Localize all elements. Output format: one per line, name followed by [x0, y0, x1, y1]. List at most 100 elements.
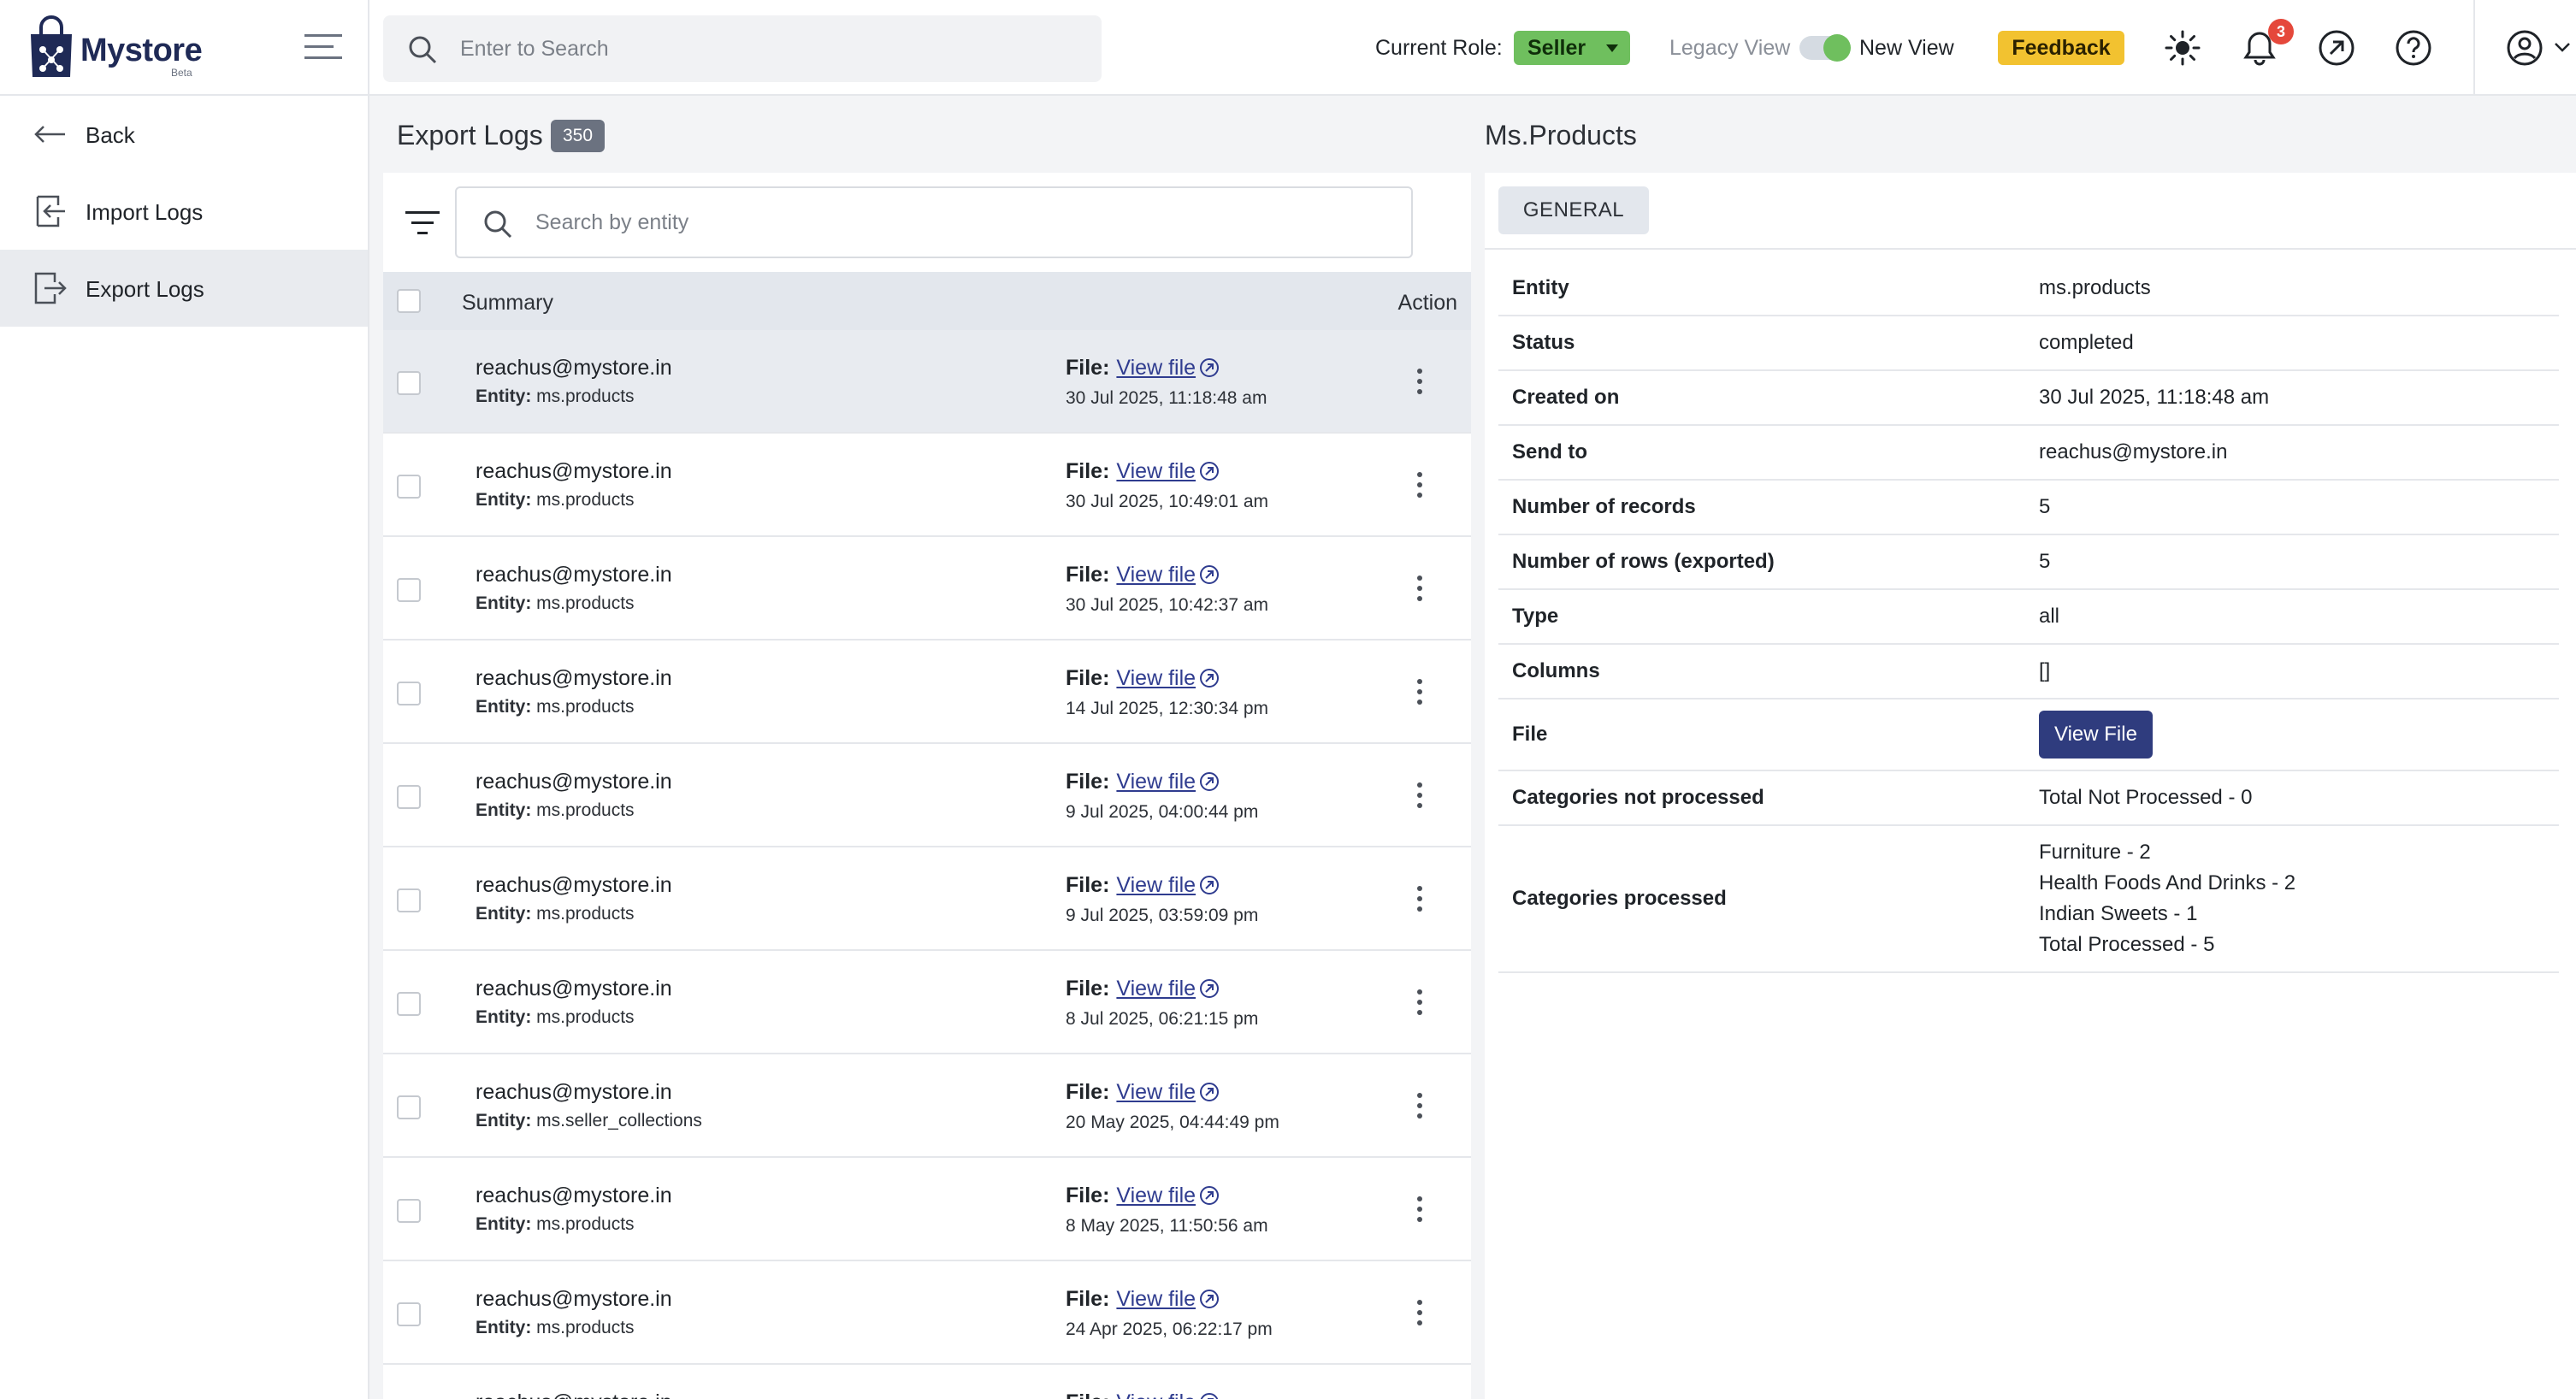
kebab-menu-icon[interactable]	[1408, 676, 1432, 707]
external-link-icon[interactable]	[1199, 564, 1220, 585]
external-link-icon[interactable]	[1199, 771, 1220, 792]
column-header-summary: Summary	[462, 291, 553, 315]
row-file: File:View file	[1066, 356, 1220, 381]
external-link-icon[interactable]	[1199, 1392, 1220, 1399]
view-file-link[interactable]: View file	[1116, 356, 1196, 380]
row-entity: Entity: ms.products	[476, 1318, 635, 1338]
external-link-icon[interactable]	[1199, 1082, 1220, 1102]
view-file-link[interactable]: View file	[1116, 977, 1196, 1001]
brand-beta-tag: Beta	[171, 67, 192, 79]
kebab-menu-icon[interactable]	[1408, 573, 1432, 604]
kebab-menu-icon[interactable]	[1408, 1090, 1432, 1121]
external-link-icon[interactable]	[1199, 1185, 1220, 1206]
sidebar-item-import-logs[interactable]: Import Logs	[0, 173, 368, 250]
view-file-link[interactable]: View file	[1116, 873, 1196, 897]
feedback-button[interactable]: Feedback	[1998, 31, 2124, 65]
row-file: File:View file	[1066, 666, 1220, 691]
filter-icon[interactable]	[405, 209, 440, 238]
view-file-button[interactable]: View File	[2039, 711, 2153, 759]
row-date: 30 Jul 2025, 11:18:48 am	[1066, 388, 1267, 408]
table-row[interactable]: reachus@mystore.in Entity: ms.products F…	[383, 330, 1471, 434]
table-row[interactable]: reachus@mystore.in Entity: File:View fil…	[383, 1365, 1471, 1399]
entity-value: ms.products	[536, 593, 635, 613]
view-file-link[interactable]: View file	[1116, 563, 1196, 587]
kebab-menu-icon[interactable]	[1408, 1194, 1432, 1225]
hamburger-menu-icon[interactable]	[304, 32, 342, 62]
view-file-link[interactable]: View file	[1116, 1080, 1196, 1104]
profile-menu[interactable]	[2473, 0, 2576, 96]
external-link-icon[interactable]	[2318, 29, 2355, 67]
kebab-menu-icon[interactable]	[1408, 366, 1432, 397]
logo-bag-icon	[31, 15, 72, 77]
row-checkbox[interactable]	[397, 1302, 421, 1326]
table-row[interactable]: reachus@mystore.in Entity: ms.products F…	[383, 537, 1471, 640]
sidebar-item-export-logs[interactable]: Export Logs	[0, 250, 368, 327]
table-row[interactable]: reachus@mystore.in Entity: ms.products F…	[383, 640, 1471, 744]
external-link-icon[interactable]	[1199, 461, 1220, 481]
row-file: File:View file	[1066, 563, 1220, 587]
view-file-link[interactable]: View file	[1116, 770, 1196, 794]
field-columns: Columns []	[1498, 645, 2559, 700]
select-all-checkbox[interactable]	[397, 289, 421, 313]
row-email: reachus@mystore.in	[476, 770, 672, 794]
view-file-link[interactable]: View file	[1116, 1184, 1196, 1207]
row-checkbox[interactable]	[397, 1199, 421, 1223]
row-file: File:View file	[1066, 977, 1220, 1001]
field-label: Categories not processed	[1512, 786, 1764, 809]
row-checkbox[interactable]	[397, 888, 421, 912]
kebab-menu-icon[interactable]	[1408, 1297, 1432, 1328]
external-link-icon[interactable]	[1199, 875, 1220, 895]
row-checkbox[interactable]	[397, 785, 421, 809]
view-file-link[interactable]: View file	[1116, 459, 1196, 483]
view-file-link[interactable]: View file	[1116, 666, 1196, 690]
table-row[interactable]: reachus@mystore.in Entity: ms.products F…	[383, 951, 1471, 1054]
external-link-icon[interactable]	[1199, 357, 1220, 378]
row-entity: Entity: ms.products	[476, 1007, 635, 1028]
new-view-label: New View	[1859, 36, 1954, 60]
role-dropdown[interactable]: Seller	[1514, 31, 1630, 65]
field-label: Categories processed	[1512, 887, 1727, 910]
entity-search-input[interactable]	[535, 188, 1391, 257]
table-row[interactable]: reachus@mystore.in Entity: ms.products F…	[383, 744, 1471, 847]
arrow-left-icon	[34, 126, 65, 143]
external-link-icon[interactable]	[1199, 1289, 1220, 1309]
entity-label: Entity:	[476, 697, 532, 717]
help-icon[interactable]	[2395, 29, 2432, 67]
row-file: File:View file	[1066, 1080, 1220, 1105]
sun-icon[interactable]	[2164, 29, 2201, 67]
row-checkbox[interactable]	[397, 682, 421, 705]
field-type: Type all	[1498, 590, 2559, 645]
table-row[interactable]: reachus@mystore.in Entity: ms.seller_col…	[383, 1054, 1471, 1158]
kebab-menu-icon[interactable]	[1408, 780, 1432, 811]
external-link-icon[interactable]	[1199, 668, 1220, 688]
table-row[interactable]: reachus@mystore.in Entity: ms.products F…	[383, 847, 1471, 951]
caret-down-icon	[1606, 44, 1618, 52]
global-search-input[interactable]	[460, 15, 1076, 82]
row-date: 14 Jul 2025, 12:30:34 pm	[1066, 699, 1269, 718]
row-checkbox[interactable]	[397, 578, 421, 602]
field-label: Number of rows (exported)	[1512, 550, 1775, 573]
view-toggle[interactable]	[1799, 34, 1851, 62]
kebab-menu-icon[interactable]	[1408, 469, 1432, 500]
table-row[interactable]: reachus@mystore.in Entity: ms.products F…	[383, 1158, 1471, 1261]
field-value: 30 Jul 2025, 11:18:48 am	[2039, 386, 2270, 409]
table-row[interactable]: reachus@mystore.in Entity: ms.products F…	[383, 434, 1471, 537]
external-link-icon[interactable]	[1199, 978, 1220, 999]
row-date: 9 Jul 2025, 04:00:44 pm	[1066, 802, 1259, 822]
row-checkbox[interactable]	[397, 475, 421, 499]
import-icon	[36, 195, 65, 227]
row-checkbox[interactable]	[397, 1095, 421, 1119]
row-entity: Entity: ms.products	[476, 800, 635, 821]
tab-general[interactable]: GENERAL	[1498, 186, 1649, 234]
toggle-knob	[1823, 34, 1851, 62]
row-checkbox[interactable]	[397, 371, 421, 395]
field-label: Status	[1512, 331, 1575, 354]
category-line: Indian Sweets - 1	[2039, 902, 2198, 925]
sidebar-item-back[interactable]: Back	[0, 96, 368, 173]
kebab-menu-icon[interactable]	[1408, 883, 1432, 914]
view-file-link[interactable]: View file	[1116, 1287, 1196, 1311]
row-checkbox[interactable]	[397, 992, 421, 1016]
view-file-link[interactable]: View file	[1116, 1390, 1196, 1399]
table-row[interactable]: reachus@mystore.in Entity: ms.products F…	[383, 1261, 1471, 1365]
kebab-menu-icon[interactable]	[1408, 987, 1432, 1018]
